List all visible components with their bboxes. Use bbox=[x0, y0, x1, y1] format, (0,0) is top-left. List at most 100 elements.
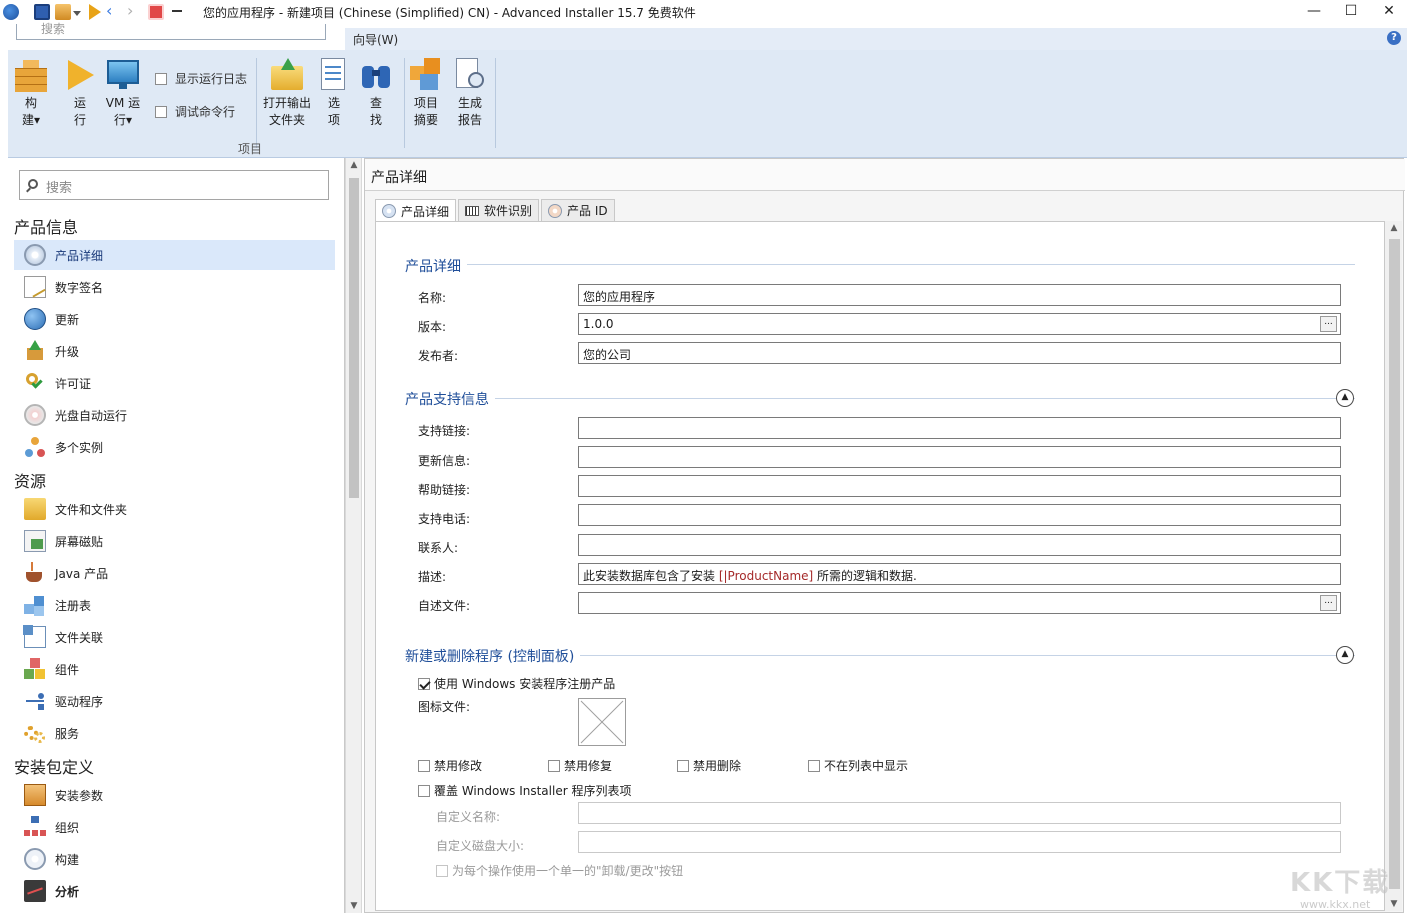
show-run-log-box[interactable] bbox=[155, 72, 167, 85]
tab-product-details[interactable]: 产品详细 bbox=[375, 199, 457, 222]
vm-run-button[interactable]: VM 运 行▾ bbox=[103, 58, 143, 129]
debug-command-line-box[interactable] bbox=[155, 105, 167, 118]
nav-item-java[interactable]: Java 产品 bbox=[14, 558, 335, 588]
help-link-input[interactable] bbox=[578, 475, 1341, 497]
debug-command-line-checkbox[interactable]: 调试命令行 bbox=[155, 103, 235, 120]
readme-input[interactable]: ... bbox=[578, 592, 1341, 614]
publisher-label: 发布者: bbox=[418, 349, 459, 363]
collapse-add-remove-button[interactable]: ▲ bbox=[1336, 646, 1354, 664]
nav-item-multi-instance[interactable]: 多个实例 bbox=[14, 432, 335, 462]
scroll-down-icon[interactable]: ▼ bbox=[349, 901, 359, 911]
update-info-input[interactable] bbox=[578, 446, 1341, 468]
disable-repair-checkbox[interactable]: 禁用修复 bbox=[548, 757, 612, 774]
override-entry-box[interactable] bbox=[418, 784, 430, 797]
scroll-down-icon[interactable]: ▼ bbox=[1389, 899, 1399, 909]
nav-item-label: 服务 bbox=[55, 726, 80, 741]
support-phone-input[interactable] bbox=[578, 504, 1341, 526]
override-entry-checkbox[interactable]: 覆盖 Windows Installer 程序列表项 bbox=[418, 782, 631, 799]
nav-item-drivers[interactable]: 驱动程序 bbox=[14, 686, 335, 716]
close-button[interactable]: ✕ bbox=[1366, 0, 1407, 24]
version-browse-button[interactable]: ... bbox=[1320, 316, 1337, 332]
icon-file-picker[interactable] bbox=[578, 698, 626, 746]
generate-report-button[interactable]: 生成 报告 bbox=[452, 58, 488, 129]
options-button[interactable]: 选 项 bbox=[318, 58, 350, 129]
project-summary-label: 项目 摘要 bbox=[413, 96, 438, 127]
product-details-form: 产品详细 名称: 您的应用程序 版本: 1.0.0 ... 发布者: 您的公司 … bbox=[375, 221, 1385, 911]
forward-icon[interactable]: › bbox=[127, 3, 143, 20]
use-windows-register-box[interactable] bbox=[418, 677, 430, 690]
use-windows-register-label: 使用 Windows 安装程序注册产品 bbox=[434, 677, 616, 691]
nav-item-upgrade[interactable]: 升级 bbox=[14, 336, 335, 366]
nav-item-file-association[interactable]: 文件关联 bbox=[14, 622, 335, 652]
nav-item-build[interactable]: 构建 bbox=[14, 844, 335, 874]
disable-repair-box[interactable] bbox=[548, 759, 560, 772]
custom-disk-size-input[interactable] bbox=[578, 831, 1341, 853]
custom-name-label: 自定义名称: bbox=[436, 810, 501, 824]
vm-run-icon bbox=[107, 58, 139, 92]
content-scrollbar[interactable]: ▲ ▼ bbox=[1385, 221, 1402, 911]
run-label: 运 行 bbox=[73, 96, 86, 127]
scroll-thumb[interactable] bbox=[349, 178, 359, 498]
disc-icon bbox=[24, 244, 46, 266]
scroll-thumb[interactable] bbox=[1389, 239, 1400, 889]
name-input[interactable]: 您的应用程序 bbox=[578, 284, 1341, 306]
nav-item-autorun[interactable]: 光盘自动运行 bbox=[14, 400, 335, 430]
find-button[interactable]: 查 找 bbox=[360, 58, 392, 129]
nav-item-install-params[interactable]: 安装参数 bbox=[14, 780, 335, 810]
support-link-input[interactable] bbox=[578, 417, 1341, 439]
disable-modify-box[interactable] bbox=[418, 759, 430, 772]
customize-qat-icon[interactable] bbox=[172, 10, 182, 20]
nav-item-license[interactable]: 许可证 bbox=[14, 368, 335, 398]
run-button[interactable]: 运 行 bbox=[63, 58, 97, 129]
single-button-checkbox[interactable]: 为每个操作使用一个单一的"卸载/更改"按钮 bbox=[436, 862, 683, 879]
collapse-support-button[interactable]: ▲ bbox=[1336, 389, 1354, 407]
nav-item-components[interactable]: 组件 bbox=[14, 654, 335, 684]
back-icon[interactable]: ‹ bbox=[106, 3, 122, 20]
nav-item-product-details[interactable]: 产品详细 bbox=[14, 240, 335, 270]
wizard-menu[interactable]: 向导(W) bbox=[353, 31, 398, 48]
nav-item-analysis[interactable]: 分析 bbox=[14, 876, 335, 906]
project-summary-button[interactable]: 项目 摘要 bbox=[408, 58, 444, 129]
single-button-box[interactable] bbox=[436, 864, 448, 877]
contact-input[interactable] bbox=[578, 534, 1341, 556]
nav-item-organization[interactable]: 组织 bbox=[14, 812, 335, 842]
help-icon[interactable]: ? bbox=[1387, 31, 1401, 45]
app-logo-icon[interactable] bbox=[3, 4, 19, 20]
nav-item-registry[interactable]: 注册表 bbox=[14, 590, 335, 620]
scroll-up-icon[interactable]: ▲ bbox=[349, 160, 359, 170]
nav-item-files-folders[interactable]: 文件和文件夹 bbox=[14, 494, 335, 524]
report-small-icon[interactable] bbox=[148, 4, 164, 20]
nav-item-updates[interactable]: 更新 bbox=[14, 304, 335, 334]
dropdown-small-icon[interactable] bbox=[73, 11, 81, 19]
run-small-icon[interactable] bbox=[89, 4, 101, 20]
show-run-log-checkbox[interactable]: 显示运行日志 bbox=[155, 70, 247, 87]
disable-remove-box[interactable] bbox=[677, 759, 689, 772]
hide-in-list-checkbox[interactable]: 不在列表中显示 bbox=[808, 757, 908, 774]
publisher-input[interactable]: 您的公司 bbox=[578, 342, 1341, 364]
left-search-input[interactable]: 搜索 bbox=[19, 170, 329, 200]
ribbon-group-label: 项目 bbox=[238, 142, 263, 156]
nav-item-shortcuts[interactable]: 屏幕磁贴 bbox=[14, 526, 335, 556]
build-button[interactable]: 构 建▾ bbox=[12, 58, 50, 129]
tab-product-id[interactable]: 产品 ID bbox=[541, 199, 615, 221]
group-title-add-remove: 新建或删除程序 (控制面板) bbox=[405, 646, 581, 666]
left-panel-scrollbar[interactable]: ▲ ▼ bbox=[345, 158, 362, 913]
scroll-up-icon[interactable]: ▲ bbox=[1389, 223, 1399, 233]
nav-item-digital-signature[interactable]: 数字签名 bbox=[14, 272, 335, 302]
build-small-icon[interactable] bbox=[55, 4, 71, 20]
save-icon[interactable] bbox=[34, 4, 50, 20]
use-windows-register-checkbox[interactable]: 使用 Windows 安装程序注册产品 bbox=[418, 675, 615, 692]
open-output-folder-label: 打开输出 文件夹 bbox=[262, 96, 311, 127]
tab-software-id[interactable]: 软件识别 bbox=[458, 199, 540, 221]
nav-item-services[interactable]: 服务 bbox=[14, 718, 335, 748]
open-output-folder-button[interactable]: 打开输出 文件夹 bbox=[261, 58, 313, 129]
custom-name-input[interactable] bbox=[578, 802, 1341, 824]
help-link-label: 帮助链接: bbox=[418, 483, 471, 497]
ribbon-search-input[interactable]: 搜索 bbox=[16, 22, 326, 40]
hide-in-list-box[interactable] bbox=[808, 759, 820, 772]
disable-modify-checkbox[interactable]: 禁用修改 bbox=[418, 757, 482, 774]
readme-browse-button[interactable]: ... bbox=[1320, 595, 1337, 611]
disable-remove-checkbox[interactable]: 禁用删除 bbox=[677, 757, 741, 774]
description-input[interactable]: 此安装数据库包含了安装 [|ProductName] 所需的逻辑和数据. bbox=[578, 563, 1341, 585]
version-input[interactable]: 1.0.0 ... bbox=[578, 313, 1341, 335]
